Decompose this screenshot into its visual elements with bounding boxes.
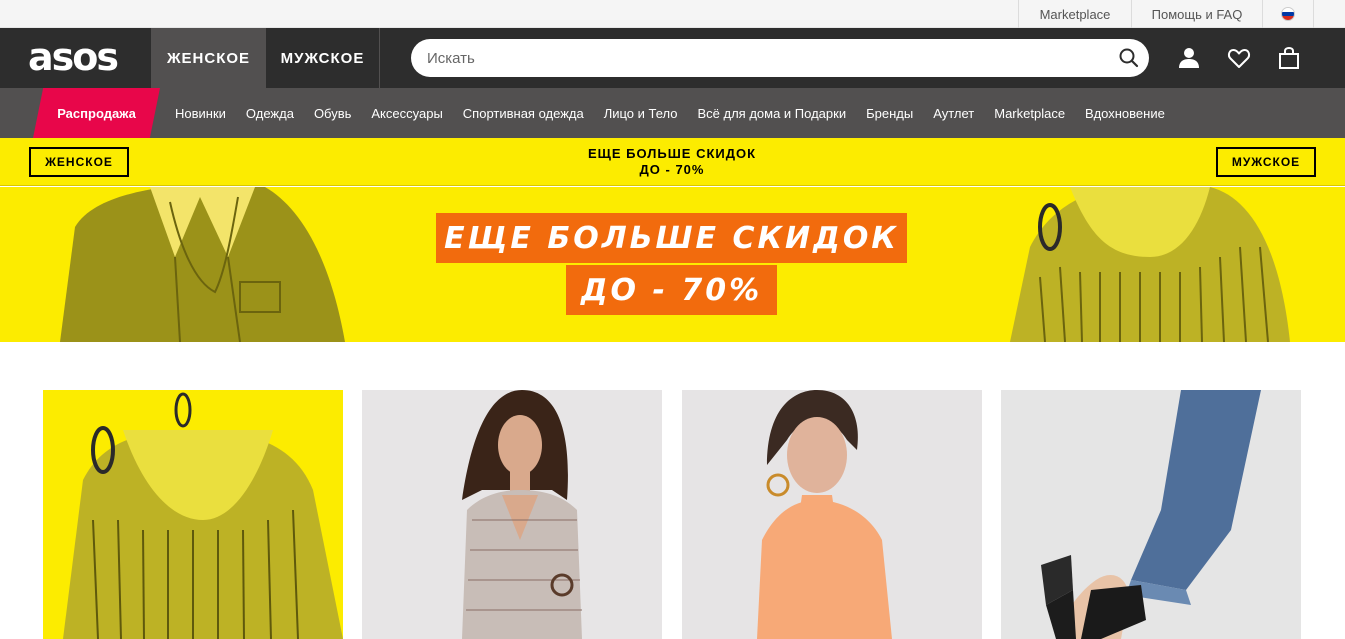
nav-sale[interactable]: Распродажа [33,88,160,138]
nav-item-outlet[interactable]: Аутлет [923,106,984,121]
hero-model-right-image [1010,187,1290,342]
product-image-1 [63,392,343,639]
promo-men-button[interactable]: МУЖСКОЕ [1216,147,1316,177]
product-image-2 [462,390,582,639]
hero-banner[interactable]: ЕЩЕ БОЛЬШЕ СКИДОК ДО - 70% [0,187,1345,342]
marketplace-link[interactable]: Marketplace [1018,0,1131,28]
search-icon[interactable] [1117,46,1141,70]
main-header: asos ЖЕНСКОЕ МУЖСКОЕ [0,28,1345,88]
nav-item-sportswear[interactable]: Спортивная одежда [453,106,594,121]
nav-item-marketplace[interactable]: Marketplace [984,106,1075,121]
hero-subline: ДО - 70% [566,265,777,315]
account-icon[interactable] [1176,45,1202,71]
product-tile-3[interactable] [682,390,982,639]
asos-logo[interactable]: asos [28,38,119,76]
hero-headline: ЕЩЕ БОЛЬШЕ СКИДОК [436,213,907,263]
product-image-3 [757,390,892,639]
hero-model-left-image [60,187,345,342]
nav-item-brands[interactable]: Бренды [856,106,923,121]
search-bar [411,39,1149,77]
tab-men[interactable]: МУЖСКОЕ [266,28,380,88]
nav-item-face-body[interactable]: Лицо и Тело [594,106,688,121]
bag-icon[interactable] [1276,45,1302,71]
category-links: Новинки Одежда Обувь Аксессуары Спортивн… [165,88,1175,138]
nav-item-shoes[interactable]: Обувь [304,106,361,121]
nav-item-clothing[interactable]: Одежда [236,106,304,121]
nav-item-new[interactable]: Новинки [165,106,236,121]
promo-line-2: ДО - 70% [639,162,705,177]
nav-item-inspiration[interactable]: Вдохновение [1075,106,1175,121]
country-selector[interactable] [1262,0,1314,28]
nav-item-accessories[interactable]: Аксессуары [361,106,452,121]
promo-text: ЕЩЕ БОЛЬШЕ СКИДОК ДО - 70% [522,146,822,178]
promo-line-1: ЕЩЕ БОЛЬШЕ СКИДОК [587,146,757,161]
tab-women[interactable]: ЖЕНСКОЕ [151,28,266,88]
russia-flag-icon [1281,7,1295,21]
search-input[interactable] [427,39,1107,77]
help-faq-link[interactable]: Помощь и FAQ [1131,0,1262,28]
category-nav: Распродажа Новинки Одежда Обувь Аксессуа… [0,88,1345,138]
top-utility-bar: Marketplace Помощь и FAQ [0,0,1345,28]
product-tile-1[interactable] [43,390,343,639]
product-tile-4[interactable] [1001,390,1301,639]
product-tile-2[interactable] [362,390,662,639]
product-image-4 [1041,390,1261,639]
promo-strip: ЖЕНСКОЕ ЕЩЕ БОЛЬШЕ СКИДОК ДО - 70% МУЖСК… [0,138,1345,186]
promo-women-button[interactable]: ЖЕНСКОЕ [29,147,129,177]
nav-item-home-gifts[interactable]: Всё для дома и Подарки [688,106,857,121]
heart-icon[interactable] [1226,45,1252,71]
